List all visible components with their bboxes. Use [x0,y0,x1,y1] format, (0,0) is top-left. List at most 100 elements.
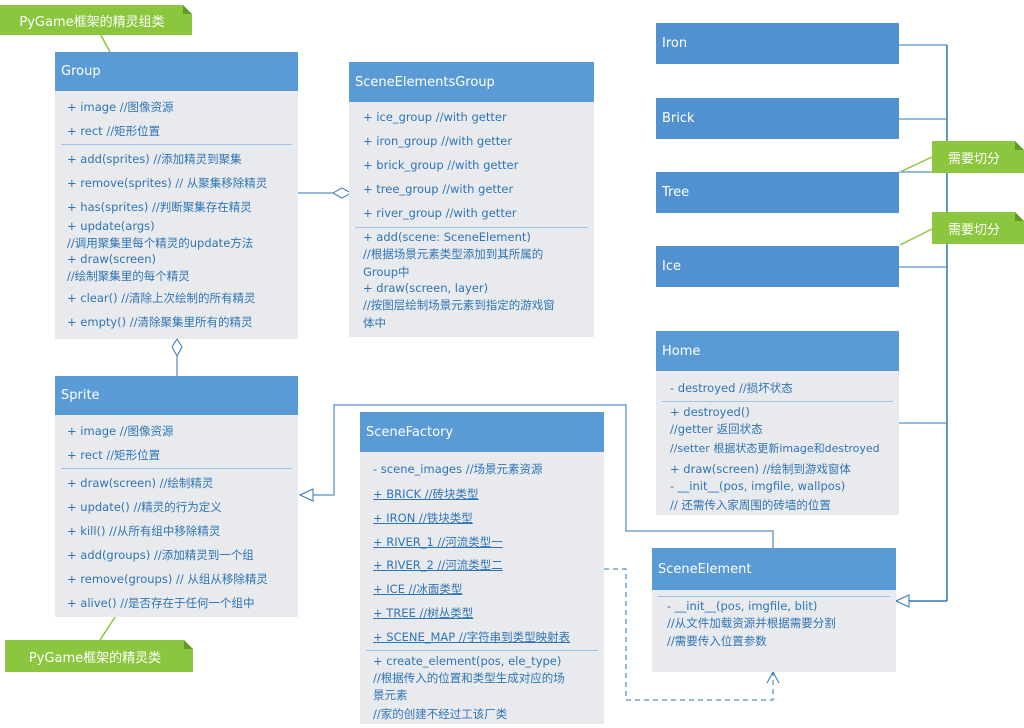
class-scene-factory[interactable]: SceneFactory - scene_images //场景元素资源 + B… [360,412,604,724]
method-line: + alive() //是否存在于任何一个组中 [67,596,255,610]
method-line: + draw(screen) //绘制精灵 [67,476,214,490]
note-pygame-sprite: PyGame框架的精灵类 [5,640,193,672]
class-title: Ice [656,246,899,287]
method-line: //根据场景元素类型添加到其所属的 [363,247,544,261]
method-line: //家的创建不经过工该厂类 [373,707,508,721]
method-line: Group中 [363,265,410,279]
attribute-line: + river_group //with getter [363,206,517,220]
method-line: + empty() //清除聚集里所有的精灵 [67,315,253,329]
method-line: //需要传入位置参数 [667,634,767,648]
aggregation-diamond [171,338,183,358]
method-line: //调用聚集里每个精灵的update方法 [67,236,254,250]
section-divider [61,468,292,469]
inheritance-arrow [894,594,910,608]
class-title: Home [656,331,899,371]
method-line: + destroyed() [670,405,750,419]
method-line: + remove(sprites) // 从聚集移除精灵 [67,176,268,190]
static-attribute-line: + RIVER_1 //河流类型一 [373,535,503,549]
section-divider [61,144,292,145]
note-need-cut-tree: 需要切分 [932,141,1024,173]
inheritance-arrow [298,488,314,502]
class-brick[interactable]: Brick [656,98,899,139]
method-line: - __init__(pos, imgfile, blit) [667,599,818,613]
method-line: //从文件加载资源并根据需要分割 [667,616,836,630]
method-line: + add(groups) //添加精灵到一个组 [67,548,254,562]
class-title: Brick [656,98,899,139]
note-connector [99,616,116,641]
static-attribute-line: + ICE //冰面类型 [373,582,463,596]
note-fold-icon [1015,212,1024,221]
note-connector [899,228,933,246]
method-line: + draw(screen, layer) [363,281,489,295]
method-line: //根据传入的位置和类型生成对应的场 [373,671,565,685]
method-line: //setter 根据状态更新image和destroyed [670,442,880,455]
class-title: SceneElementsGroup [349,62,594,102]
class-title: Tree [656,172,899,213]
method-line: //按图层绘制场景元素到指定的游戏窗 [363,298,555,312]
class-title: SceneElement [652,548,896,590]
method-line: 体中 [363,316,386,330]
attribute-line: + image //图像资源 [67,424,174,438]
attribute-line: + iron_group //with getter [363,134,513,148]
attribute-line: + ice_group //with getter [363,110,507,124]
class-tree[interactable]: Tree [656,172,899,213]
method-line: + draw(screen) [67,252,156,266]
method-line: + add(scene: SceneElement) [363,230,531,244]
class-body: + ice_group //with getter + iron_group /… [349,102,594,337]
class-body: + image //图像资源 + rect //矩形位置 + add(sprit… [55,91,298,339]
note-label: 需要切分 [947,222,1000,238]
class-title: Sprite [55,376,298,415]
attribute-line: + brick_group //with getter [363,158,519,172]
method-line: + draw(screen) //绘制到游戏窗体 [670,462,851,476]
attribute-line: + rect //矩形位置 [67,124,161,138]
method-line: + kill() //从所有组中移除精灵 [67,524,221,538]
note-connector [899,156,933,173]
class-iron[interactable]: Iron [656,23,899,64]
note-pygame-group: PyGame框架的精灵组类 [0,5,192,35]
method-line: + create_element(pos, ele_type) [373,654,562,668]
static-attribute-line: + RIVER_2 //河流类型二 [373,558,503,572]
note-label: PyGame框架的精灵组类 [19,14,165,30]
method-line: + has(sprites) //判断聚集存在精灵 [67,200,252,214]
method-line: + update() //精灵的行为定义 [67,500,222,514]
class-title: Iron [656,23,899,64]
class-sprite[interactable]: Sprite + image //图像资源 + rect //矩形位置 + dr… [55,376,298,617]
static-attribute-line: + IRON //铁块类型 [373,511,473,525]
section-divider [355,227,588,228]
note-label: PyGame框架的精灵类 [28,650,162,666]
class-group[interactable]: Group + image //图像资源 + rect //矩形位置 + add… [55,52,298,339]
method-line: // 还需传入家周围的砖墙的位置 [670,498,831,512]
attribute-line: - destroyed //损坏状态 [670,381,793,395]
method-line: + update(args) [67,219,155,233]
class-home[interactable]: Home - destroyed //损坏状态 + destroyed() //… [656,331,899,515]
method-line: + remove(groups) // 从组从移除精灵 [67,572,268,586]
attribute-line: + image //图像资源 [67,100,174,114]
method-line: //绘制聚集里的每个精灵 [67,269,190,283]
static-attribute-line: + BRICK //砖块类型 [373,487,479,501]
static-attribute-line: + SCENE_MAP //字符串到类型映射表 [373,630,571,644]
class-ice[interactable]: Ice [656,246,899,287]
note-label: 需要切分 [947,151,1000,167]
class-scene-element[interactable]: SceneElement - __init__(pos, imgfile, bl… [652,548,896,672]
note-fold-icon [184,640,193,649]
method-line: 景元素 [373,688,408,702]
class-title: SceneFactory [360,412,604,452]
attribute-line: + rect //矩形位置 [67,448,161,462]
section-divider [366,650,598,651]
note-fold-icon [1015,141,1024,150]
static-attribute-line: + TREE //树丛类型 [373,606,474,620]
note-fold-icon [183,5,192,14]
class-body: - destroyed //损坏状态 + destroyed() //gette… [656,371,899,515]
section-divider [658,596,890,597]
class-body: - scene_images //场景元素资源 + BRICK //砖块类型 +… [360,452,604,724]
class-title: Group [55,52,298,91]
note-need-cut-ice: 需要切分 [932,212,1024,244]
method-line: - __init__(pos, imgfile, wallpos) [670,479,846,493]
method-line: + clear() //清除上次绘制的所有精灵 [67,291,256,305]
attribute-line: - scene_images //场景元素资源 [373,462,543,476]
class-scene-elements-group[interactable]: SceneElementsGroup + ice_group //with ge… [349,62,594,337]
class-body: - __init__(pos, imgfile, blit) //从文件加载资源… [652,590,896,672]
method-line: //getter 返回状态 [670,422,763,436]
class-body: + image //图像资源 + rect //矩形位置 + draw(scre… [55,415,298,617]
method-line: + add(sprites) //添加精灵到聚集 [67,152,242,166]
